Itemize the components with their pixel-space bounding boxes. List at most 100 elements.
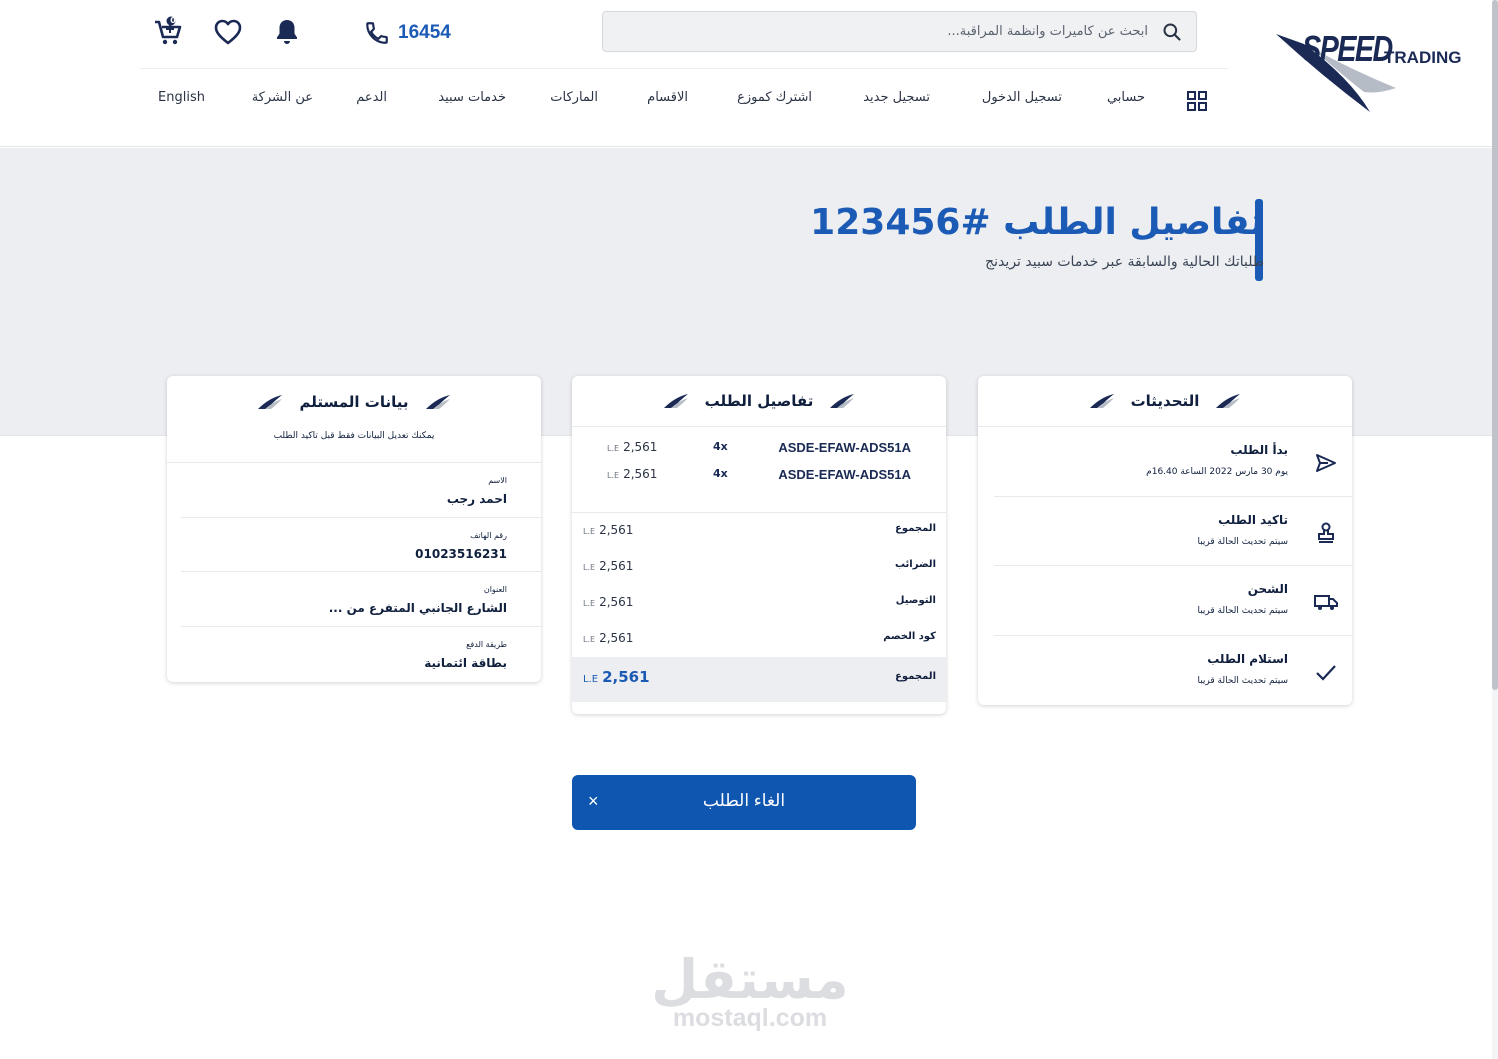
item-code: ASDE-EFAW-ADS51A <box>778 440 911 455</box>
search-input[interactable] <box>628 12 1148 51</box>
summary-delivery-row: التوصيل L.E 2,561 <box>572 585 946 621</box>
currency-label: L.E <box>583 527 596 536</box>
update-step-received: استلام الطلب سيتم تحديث الحالة قريبا <box>994 636 1352 706</box>
order-items-list: ASDE-EFAW-ADS51A 4x L.E 2,561 ASDE-EFAW-A… <box>572 427 946 513</box>
logo-swoosh-icon <box>425 394 450 409</box>
order-total-row: المجموع L.E 2,561 <box>572 657 946 702</box>
field-value: 01023516231 <box>415 546 507 561</box>
field-label: الاسم <box>488 476 507 485</box>
update-step-title: استلام الطلب <box>1207 651 1288 666</box>
update-step-subtitle: سيتم تحديث الحالة قريبا <box>1197 675 1288 686</box>
nav-speed-services[interactable]: خدمات سبيد <box>438 90 506 114</box>
summary-label: المجموع <box>895 523 936 534</box>
page-heading: تفاصيل الطلب #123456 طلباتك الحالية والس… <box>810 198 1264 270</box>
summary-value: L.E 2,561 <box>583 559 633 573</box>
recipient-phone-field[interactable]: رقم الهاتف 01023516231 <box>181 518 541 572</box>
nav-about-company[interactable]: عن الشركة <box>252 90 313 114</box>
notifications-bell-icon[interactable] <box>272 16 302 48</box>
recipient-address-field[interactable]: العنوان الشارع الجانبي المتفرع من ... <box>181 572 541 627</box>
item-price: L.E 2,561 <box>607 440 657 454</box>
watermark-arabic: مستقل <box>651 948 849 1011</box>
field-value: بطاقة ائتمانية <box>424 655 507 670</box>
order-item-row: ASDE-EFAW-ADS51A 4x L.E 2,561 <box>572 440 946 460</box>
logo-swoosh-icon <box>1216 394 1241 408</box>
nav-support[interactable]: الدعم <box>356 90 387 114</box>
cancel-order-button[interactable]: × الغاء الطلب <box>572 775 916 830</box>
summary-discount-row: كود الخصم L.E 2,561 <box>572 621 946 657</box>
phone-icon <box>366 22 388 44</box>
recipient-name-field[interactable]: الاسم احمد رجب <box>181 463 541 518</box>
currency-label: L.E <box>607 444 620 453</box>
search-box <box>602 11 1197 52</box>
nav-brands[interactable]: الماركات <box>550 90 598 114</box>
hotline-number: 16454 <box>398 22 451 43</box>
site-header: SPEED TRADING 16454 0 حسابي <box>0 0 1498 147</box>
logo-swoosh-icon <box>1089 394 1114 408</box>
update-step-title: بدأ الطلب <box>1230 443 1288 457</box>
card-header: التحديثات <box>978 376 1352 427</box>
check-icon <box>1316 664 1336 681</box>
item-price-value: 2,561 <box>623 440 658 454</box>
page-title: تفاصيل الطلب #123456 <box>810 202 1264 243</box>
speed-trading-logo[interactable]: SPEED TRADING <box>1272 26 1462 118</box>
summary-value: L.E 2,561 <box>583 523 633 537</box>
page-subtitle: طلباتك الحالية والسابقة عبر خدمات سبيد ت… <box>985 254 1264 270</box>
update-step-confirmed: تاكيد الطلب سيتم تحديث الحالة قريبا <box>994 497 1352 566</box>
summary-amount: 2,561 <box>599 631 634 645</box>
apps-grid-icon[interactable] <box>1187 91 1207 111</box>
summary-amount: 2,561 <box>599 595 634 609</box>
nav-register[interactable]: تسجيل جديد <box>863 90 930 114</box>
summary-taxes-row: الضرائب L.E 2,561 <box>572 549 946 585</box>
card-title: بيانات المستلم <box>299 392 409 411</box>
field-label: العنوان <box>483 585 507 594</box>
update-step-subtitle: سيتم تحديث الحالة قريبا <box>1197 606 1288 616</box>
send-icon <box>1316 454 1336 472</box>
field-label: طريقة الدفع <box>466 639 507 649</box>
hotline[interactable]: 16454 <box>364 18 451 48</box>
summary-label: كود الخصم <box>883 631 936 642</box>
logo-swoosh-icon <box>663 394 688 408</box>
currency-label: L.E <box>583 563 596 572</box>
scrollbar-thumb[interactable] <box>1492 0 1498 690</box>
edit-note: يمكنك تعديل البيانات فقط قبل تاكيد الطلب <box>167 427 541 463</box>
order-item-row: ASDE-EFAW-ADS51A 4x L.E 2,561 <box>572 467 946 487</box>
nav-categories[interactable]: الاقسام <box>647 90 688 114</box>
currency-label: L.E <box>607 471 620 480</box>
currency-label: L.E <box>583 635 596 644</box>
item-quantity: 4x <box>713 440 728 453</box>
update-step-title: تاكيد الطلب <box>1218 512 1288 527</box>
field-label: رقم الهاتف <box>470 530 507 540</box>
nav-language-switch[interactable]: English <box>158 90 205 114</box>
update-step-started: بدأ الطلب يوم 30 مارس 2022 الساعة 16.40م <box>994 427 1352 497</box>
total-label: المجموع <box>895 671 936 682</box>
order-details-card: تفاصيل الطلب ASDE-EFAW-ADS51A 4x L.E 2,56… <box>572 376 946 714</box>
card-title: التحديثات <box>1130 392 1200 410</box>
update-step-shipping: الشحن سيتم تحديث الحالة قريبا <box>994 566 1352 636</box>
recipient-details-card: بيانات المستلم يمكنك تعديل البيانات فقط … <box>167 376 541 682</box>
item-code: ASDE-EFAW-ADS51A <box>778 467 911 482</box>
order-updates-card: التحديثات بدأ الطلب يوم 30 مارس 2022 الس… <box>978 376 1352 705</box>
update-step-title: الشحن <box>1247 582 1288 596</box>
summary-amount: 2,561 <box>599 559 634 573</box>
update-step-subtitle: يوم 30 مارس 2022 الساعة 16.40م <box>1146 467 1288 477</box>
truck-icon <box>1314 595 1338 610</box>
update-step-subtitle: سيتم تحديث الحالة قريبا <box>1197 536 1288 547</box>
nav-login[interactable]: تسجيل الدخول <box>982 90 1062 114</box>
summary-amount: 2,561 <box>599 523 634 537</box>
nav-my-account[interactable]: حسابي <box>1107 90 1145 114</box>
recipient-payment-field[interactable]: طريقة الدفع بطاقة ائتمانية <box>181 627 541 682</box>
nav-become-distributor[interactable]: اشترك كموزع <box>737 90 812 114</box>
field-value: الشارع الجانبي المتفرع من ... <box>328 601 507 615</box>
total-amount: 2,561 <box>602 668 650 686</box>
card-title: تفاصيل الطلب <box>704 392 814 410</box>
header-divider <box>140 68 1228 69</box>
total-value: L.E 2,561 <box>583 668 650 686</box>
card-header: بيانات المستلم <box>167 376 541 427</box>
wishlist-heart-icon[interactable] <box>213 16 243 48</box>
card-header: تفاصيل الطلب <box>572 376 946 427</box>
summary-subtotal-row: المجموع L.E 2,561 <box>572 513 946 549</box>
cart-count-badge: 0 <box>170 16 176 25</box>
field-value: احمد رجب <box>446 492 507 506</box>
search-icon[interactable] <box>1162 22 1182 42</box>
summary-label: الضرائب <box>894 559 936 570</box>
